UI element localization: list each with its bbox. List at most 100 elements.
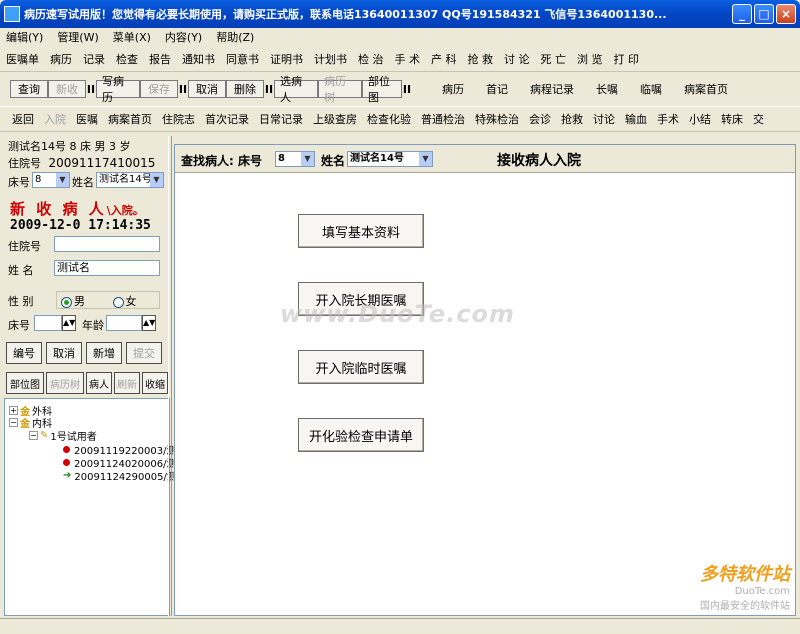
tb-history[interactable]: 病历 — [50, 51, 72, 67]
select-patient-button[interactable]: 选病人 — [274, 75, 318, 104]
tb-exam-treat[interactable]: 检 治 — [358, 51, 384, 67]
left-add-button[interactable]: 新增 — [86, 342, 122, 364]
tb-obstetrics[interactable]: 产 科 — [431, 51, 457, 67]
body-map-tab[interactable]: 部位图 — [6, 372, 44, 394]
body-map-button[interactable]: 部位图 — [362, 75, 402, 104]
number-button[interactable]: 编号 — [6, 342, 42, 364]
delete-button[interactable]: 删除 — [226, 80, 264, 98]
tb-plan[interactable]: 计划书 — [314, 51, 347, 67]
menu-content[interactable]: 内容(Y) — [165, 29, 202, 45]
maximize-button[interactable]: □ — [754, 4, 774, 24]
link-temp-orders[interactable]: 临嘱 — [640, 81, 662, 97]
nav-rescue[interactable]: 抢救 — [561, 111, 583, 127]
bed-spinner[interactable]: ▲▼ — [62, 315, 76, 331]
name-field[interactable]: 测试名 — [54, 260, 160, 276]
refresh-tab[interactable]: 刷新 — [114, 372, 140, 394]
menu-edit[interactable]: 编辑(Y) — [6, 29, 43, 45]
name-select[interactable]: 测试名14号 ▼ — [96, 172, 164, 188]
tb-notice[interactable]: 通知书 — [182, 51, 215, 67]
nav-toolbar: 返回 入院 医嘱 病案首页 住院志 首次记录 日常记录 上级查房 检查化验 普通… — [0, 106, 800, 132]
patient-tab[interactable]: 病人 — [86, 372, 112, 394]
link-history[interactable]: 病历 — [442, 81, 464, 97]
temp-orders-button[interactable]: 开入院临时医嘱 — [298, 350, 424, 384]
gender-label: 性 别 — [8, 295, 34, 308]
tb-death[interactable]: 死 亡 — [541, 51, 567, 67]
history-tree-button[interactable]: 病历树 — [318, 75, 362, 104]
tree-node-trial-user[interactable]: − ✎ 1号试用者 — [29, 428, 97, 443]
tb-orders[interactable]: 医嘱单 — [6, 51, 39, 67]
menu-help[interactable]: 帮助(Z) — [216, 29, 254, 45]
chevron-down-icon: ▼ — [56, 173, 69, 187]
splitter[interactable] — [168, 136, 172, 616]
tb-consent[interactable]: 同意书 — [226, 51, 259, 67]
cancel-button[interactable]: 取消 — [188, 80, 226, 98]
age-spinner[interactable]: ▲▼ — [142, 315, 156, 331]
nav-handover[interactable]: 交 — [753, 111, 764, 127]
expand-icon[interactable]: + — [9, 406, 18, 415]
tb-exam[interactable]: 检查 — [116, 51, 138, 67]
menu-menu[interactable]: 菜单(X) — [113, 29, 151, 45]
main-name-select[interactable]: 测试名14号 ▼ — [347, 151, 433, 167]
menu-manage[interactable]: 管理(W) — [57, 29, 98, 45]
male-radio[interactable] — [61, 296, 72, 308]
close-button[interactable]: × — [776, 4, 796, 24]
basic-info-button[interactable]: 填写基本资料 — [298, 214, 424, 248]
nav-transfer-bed[interactable]: 转床 — [721, 111, 743, 127]
nav-transfusion[interactable]: 输血 — [625, 111, 647, 127]
nav-summary[interactable]: 小结 — [689, 111, 711, 127]
page-title: 接收病人入院 — [497, 153, 581, 169]
female-radio[interactable] — [112, 296, 124, 308]
submit-button[interactable]: 提交 — [126, 342, 162, 364]
age-label: 年龄 — [82, 319, 104, 332]
watermark: www.DuoTe.com — [280, 300, 515, 328]
query-button[interactable]: 查询 — [10, 80, 48, 98]
nav-senior-round[interactable]: 上级查房 — [313, 111, 357, 127]
nav-admission-note[interactable]: 住院志 — [162, 111, 195, 127]
tb-discussion[interactable]: 讨 论 — [504, 51, 530, 67]
nav-daily-record[interactable]: 日常记录 — [259, 111, 303, 127]
nav-back[interactable]: 返回 — [12, 111, 34, 127]
nav-first-record[interactable]: 首次记录 — [205, 111, 249, 127]
bed-select[interactable]: 8 ▼ — [32, 172, 70, 188]
np-bed-label: 床号 — [8, 319, 30, 332]
nav-special-check[interactable]: 特殊检治 — [475, 111, 519, 127]
nav-lab[interactable]: 检查化验 — [367, 111, 411, 127]
link-progress-record[interactable]: 病程记录 — [530, 81, 574, 97]
tb-rescue[interactable]: 抢 救 — [468, 51, 494, 67]
tb-surgery[interactable]: 手 术 — [395, 51, 421, 67]
nav-admit[interactable]: 入院 — [44, 111, 66, 127]
brand-watermark: 多特软件站 DuoTe.com 国内最安全的软件站 — [700, 560, 790, 612]
nav-consult[interactable]: 会诊 — [529, 111, 551, 127]
age-field[interactable] — [106, 315, 142, 331]
link-case-front[interactable]: 病案首页 — [684, 81, 728, 97]
nav-case-front[interactable]: 病案首页 — [108, 111, 152, 127]
tb-report[interactable]: 报告 — [149, 51, 171, 67]
brand-tagline: 国内最安全的软件站 — [700, 601, 790, 612]
nav-orders[interactable]: 医嘱 — [76, 111, 98, 127]
write-history-button[interactable]: 写病历 — [96, 75, 140, 104]
tb-record[interactable]: 记录 — [83, 51, 105, 67]
save-button[interactable]: 保存 — [140, 80, 178, 98]
history-tree-tab[interactable]: 病历树 — [46, 372, 84, 394]
tree-record[interactable]: ➔ 20091124290005/测 — [63, 468, 177, 483]
nav-surgery[interactable]: 手术 — [657, 111, 679, 127]
left-cancel-button[interactable]: 取消 — [46, 342, 82, 364]
collapse-icon[interactable]: − — [9, 418, 18, 427]
new-admit-button[interactable]: 新收 — [48, 80, 86, 98]
tb-browse[interactable]: 浏 览 — [577, 51, 603, 67]
collapse-tab[interactable]: 收缩 — [142, 372, 168, 394]
minimize-button[interactable]: _ — [732, 4, 752, 24]
main-bed-select[interactable]: 8 ▼ — [275, 151, 315, 167]
link-first-record[interactable]: 首记 — [486, 81, 508, 97]
tb-print[interactable]: 打 印 — [614, 51, 640, 67]
collapse-icon[interactable]: − — [29, 431, 38, 440]
bed-field[interactable] — [34, 315, 62, 331]
tb-certificate[interactable]: 证明书 — [270, 51, 303, 67]
separator: II — [264, 82, 274, 96]
red-dot-icon — [63, 446, 70, 453]
link-long-orders[interactable]: 长嘱 — [596, 81, 618, 97]
admission-field[interactable] — [54, 236, 160, 252]
nav-discussion[interactable]: 讨论 — [593, 111, 615, 127]
nav-general-check[interactable]: 普通检治 — [421, 111, 465, 127]
lab-request-button[interactable]: 开化验检查申请单 — [298, 418, 424, 452]
